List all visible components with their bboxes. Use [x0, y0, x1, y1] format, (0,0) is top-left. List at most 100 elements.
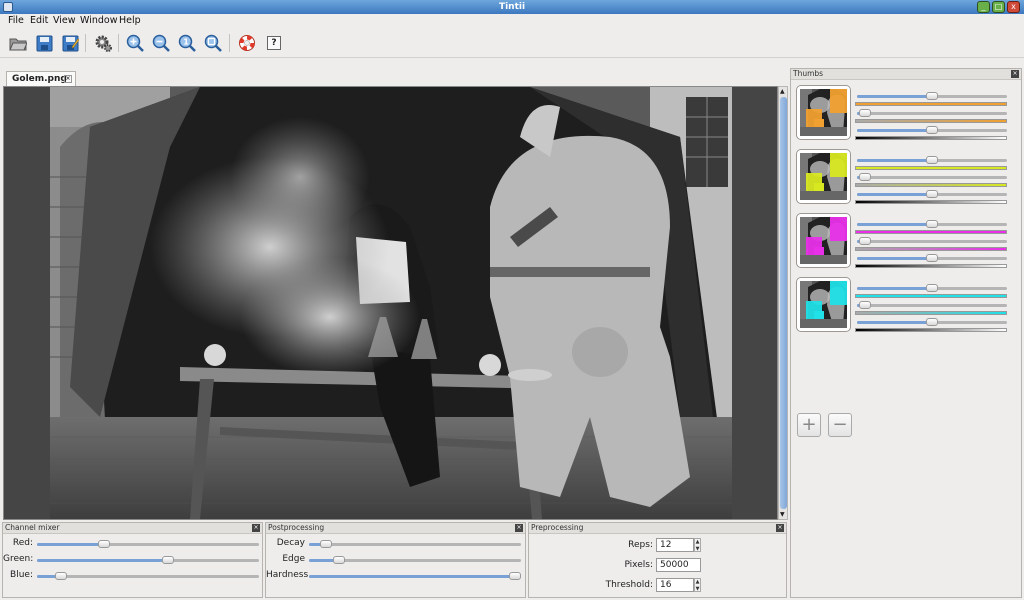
zoom-actual-size-icon[interactable]: 1 — [176, 32, 198, 54]
scroll-thumb[interactable] — [780, 97, 787, 509]
slider-handle[interactable] — [509, 572, 521, 580]
save-as-icon[interactable] — [59, 32, 81, 54]
slider-handle[interactable] — [926, 126, 938, 134]
thumb-hue-slider[interactable] — [857, 220, 1007, 228]
zoom-out-icon[interactable] — [150, 32, 172, 54]
settings-gear-icon[interactable] — [92, 32, 114, 54]
vertical-scrollbar[interactable]: ▲ ▼ — [778, 86, 788, 520]
thumb-sat-slider[interactable] — [857, 109, 1007, 117]
close-icon[interactable]: × — [515, 524, 523, 532]
slider-handle[interactable] — [926, 220, 938, 228]
slider-handle[interactable] — [332, 556, 345, 564]
open-folder-icon[interactable] — [7, 32, 29, 54]
system-menu-icon[interactable] — [3, 2, 13, 12]
close-window-button[interactable]: x — [1007, 1, 1020, 13]
slider-handle[interactable] — [858, 173, 871, 181]
panel-header: Preprocessing × — [529, 523, 786, 534]
thumb-val-slider[interactable] — [857, 254, 1007, 262]
thumb-val-slider[interactable] — [857, 190, 1007, 198]
close-icon[interactable]: × — [776, 524, 784, 532]
decay-slider[interactable] — [309, 540, 521, 548]
thumb-val-slider[interactable] — [857, 126, 1007, 134]
add-thumb-button[interactable]: + — [797, 413, 821, 437]
thumb-sat-slider[interactable] — [857, 173, 1007, 181]
edge-slider[interactable] — [309, 556, 521, 564]
green-slider[interactable] — [37, 556, 259, 564]
thumb-val-slider[interactable] — [857, 318, 1007, 326]
reps-stepper[interactable]: ▲ ▼ — [694, 538, 701, 552]
thumb-color-gradient — [855, 264, 1007, 268]
image-canvas[interactable] — [3, 86, 778, 520]
about-icon[interactable]: ? — [263, 32, 285, 54]
thumb-preview[interactable] — [796, 213, 851, 268]
thumb-color-gradient — [855, 119, 1007, 123]
thumb-preview[interactable] — [796, 277, 851, 332]
thumb-preview[interactable] — [796, 149, 851, 204]
maximize-button[interactable]: □ — [992, 1, 1005, 13]
remove-thumb-button[interactable]: − — [828, 413, 852, 437]
thumb-color-gradient — [855, 311, 1007, 315]
slider-handle[interactable] — [858, 237, 871, 245]
zoom-fit-icon[interactable] — [202, 32, 224, 54]
threshold-stepper[interactable]: ▲ ▼ — [694, 578, 701, 592]
slider-handle[interactable] — [55, 572, 68, 580]
thumb-preview[interactable] — [796, 85, 851, 140]
thumb-hue-slider[interactable] — [857, 156, 1007, 164]
tab-golem-png[interactable]: Golem.png × — [6, 71, 76, 86]
panel-header: Thumbs × — [791, 69, 1021, 80]
thumb-color-gradient — [855, 200, 1007, 204]
close-icon[interactable]: × — [252, 524, 260, 532]
help-lifebuoy-icon[interactable] — [236, 32, 258, 54]
preprocessing-panel: Preprocessing × Reps: 12 ▲ ▼ Pixels: 50000… — [528, 522, 787, 598]
scroll-up-icon[interactable]: ▲ — [780, 88, 785, 95]
svg-text:1: 1 — [183, 38, 189, 47]
slider-handle[interactable] — [858, 301, 871, 309]
thumb-image — [800, 217, 847, 264]
tab-close-icon[interactable]: × — [64, 75, 72, 83]
menu-edit[interactable]: Edit — [30, 15, 48, 26]
slider-handle[interactable] — [858, 109, 871, 117]
thumb-color-gradient — [855, 328, 1007, 332]
thumb-color-gradient — [855, 166, 1007, 170]
slider-fill — [857, 95, 932, 98]
slider-fill — [857, 287, 932, 290]
thumb-hue-slider[interactable] — [857, 284, 1007, 292]
menu-view[interactable]: View — [53, 15, 76, 26]
slider-handle[interactable] — [926, 190, 938, 198]
zoom-in-icon[interactable] — [124, 32, 146, 54]
slider-handle[interactable] — [319, 540, 332, 548]
menu-help[interactable]: Help — [119, 15, 141, 26]
blue-slider[interactable] — [37, 572, 259, 580]
thumb-color-gradient — [855, 230, 1007, 234]
green-label: Green: — [3, 554, 34, 564]
threshold-label: Threshold: — [605, 580, 653, 590]
about-question-label: ? — [267, 36, 281, 50]
menu-file[interactable]: File — [8, 15, 24, 26]
slider-handle[interactable] — [926, 92, 938, 100]
slider-handle[interactable] — [926, 254, 938, 262]
thumb-sat-slider[interactable] — [857, 237, 1007, 245]
postprocessing-title: Postprocessing — [268, 523, 325, 532]
preprocessing-title: Preprocessing — [531, 523, 584, 532]
scroll-down-icon[interactable]: ▼ — [780, 511, 785, 518]
pixels-field[interactable]: 50000 — [656, 558, 701, 572]
hardness-slider[interactable] — [309, 572, 521, 580]
slider-handle[interactable] — [97, 540, 110, 548]
red-slider[interactable] — [37, 540, 259, 548]
thumb-hue-slider[interactable] — [857, 92, 1007, 100]
minimize-button[interactable]: _ — [977, 1, 990, 13]
toolbar-separator — [229, 34, 230, 52]
slider-handle[interactable] — [161, 556, 174, 564]
thumb-sat-slider[interactable] — [857, 301, 1007, 309]
thumb-color-gradient — [855, 102, 1007, 106]
close-icon[interactable]: × — [1011, 70, 1019, 78]
reps-spinbox[interactable]: 12 — [656, 538, 694, 552]
slider-handle[interactable] — [926, 156, 938, 164]
menu-window[interactable]: Window — [80, 15, 117, 26]
slider-handle[interactable] — [926, 318, 938, 326]
threshold-spinbox[interactable]: 16 — [656, 578, 694, 592]
channel-mixer-title: Channel mixer — [5, 523, 60, 532]
panel-header: Channel mixer × — [3, 523, 262, 534]
slider-handle[interactable] — [926, 284, 938, 292]
save-icon[interactable] — [33, 32, 55, 54]
